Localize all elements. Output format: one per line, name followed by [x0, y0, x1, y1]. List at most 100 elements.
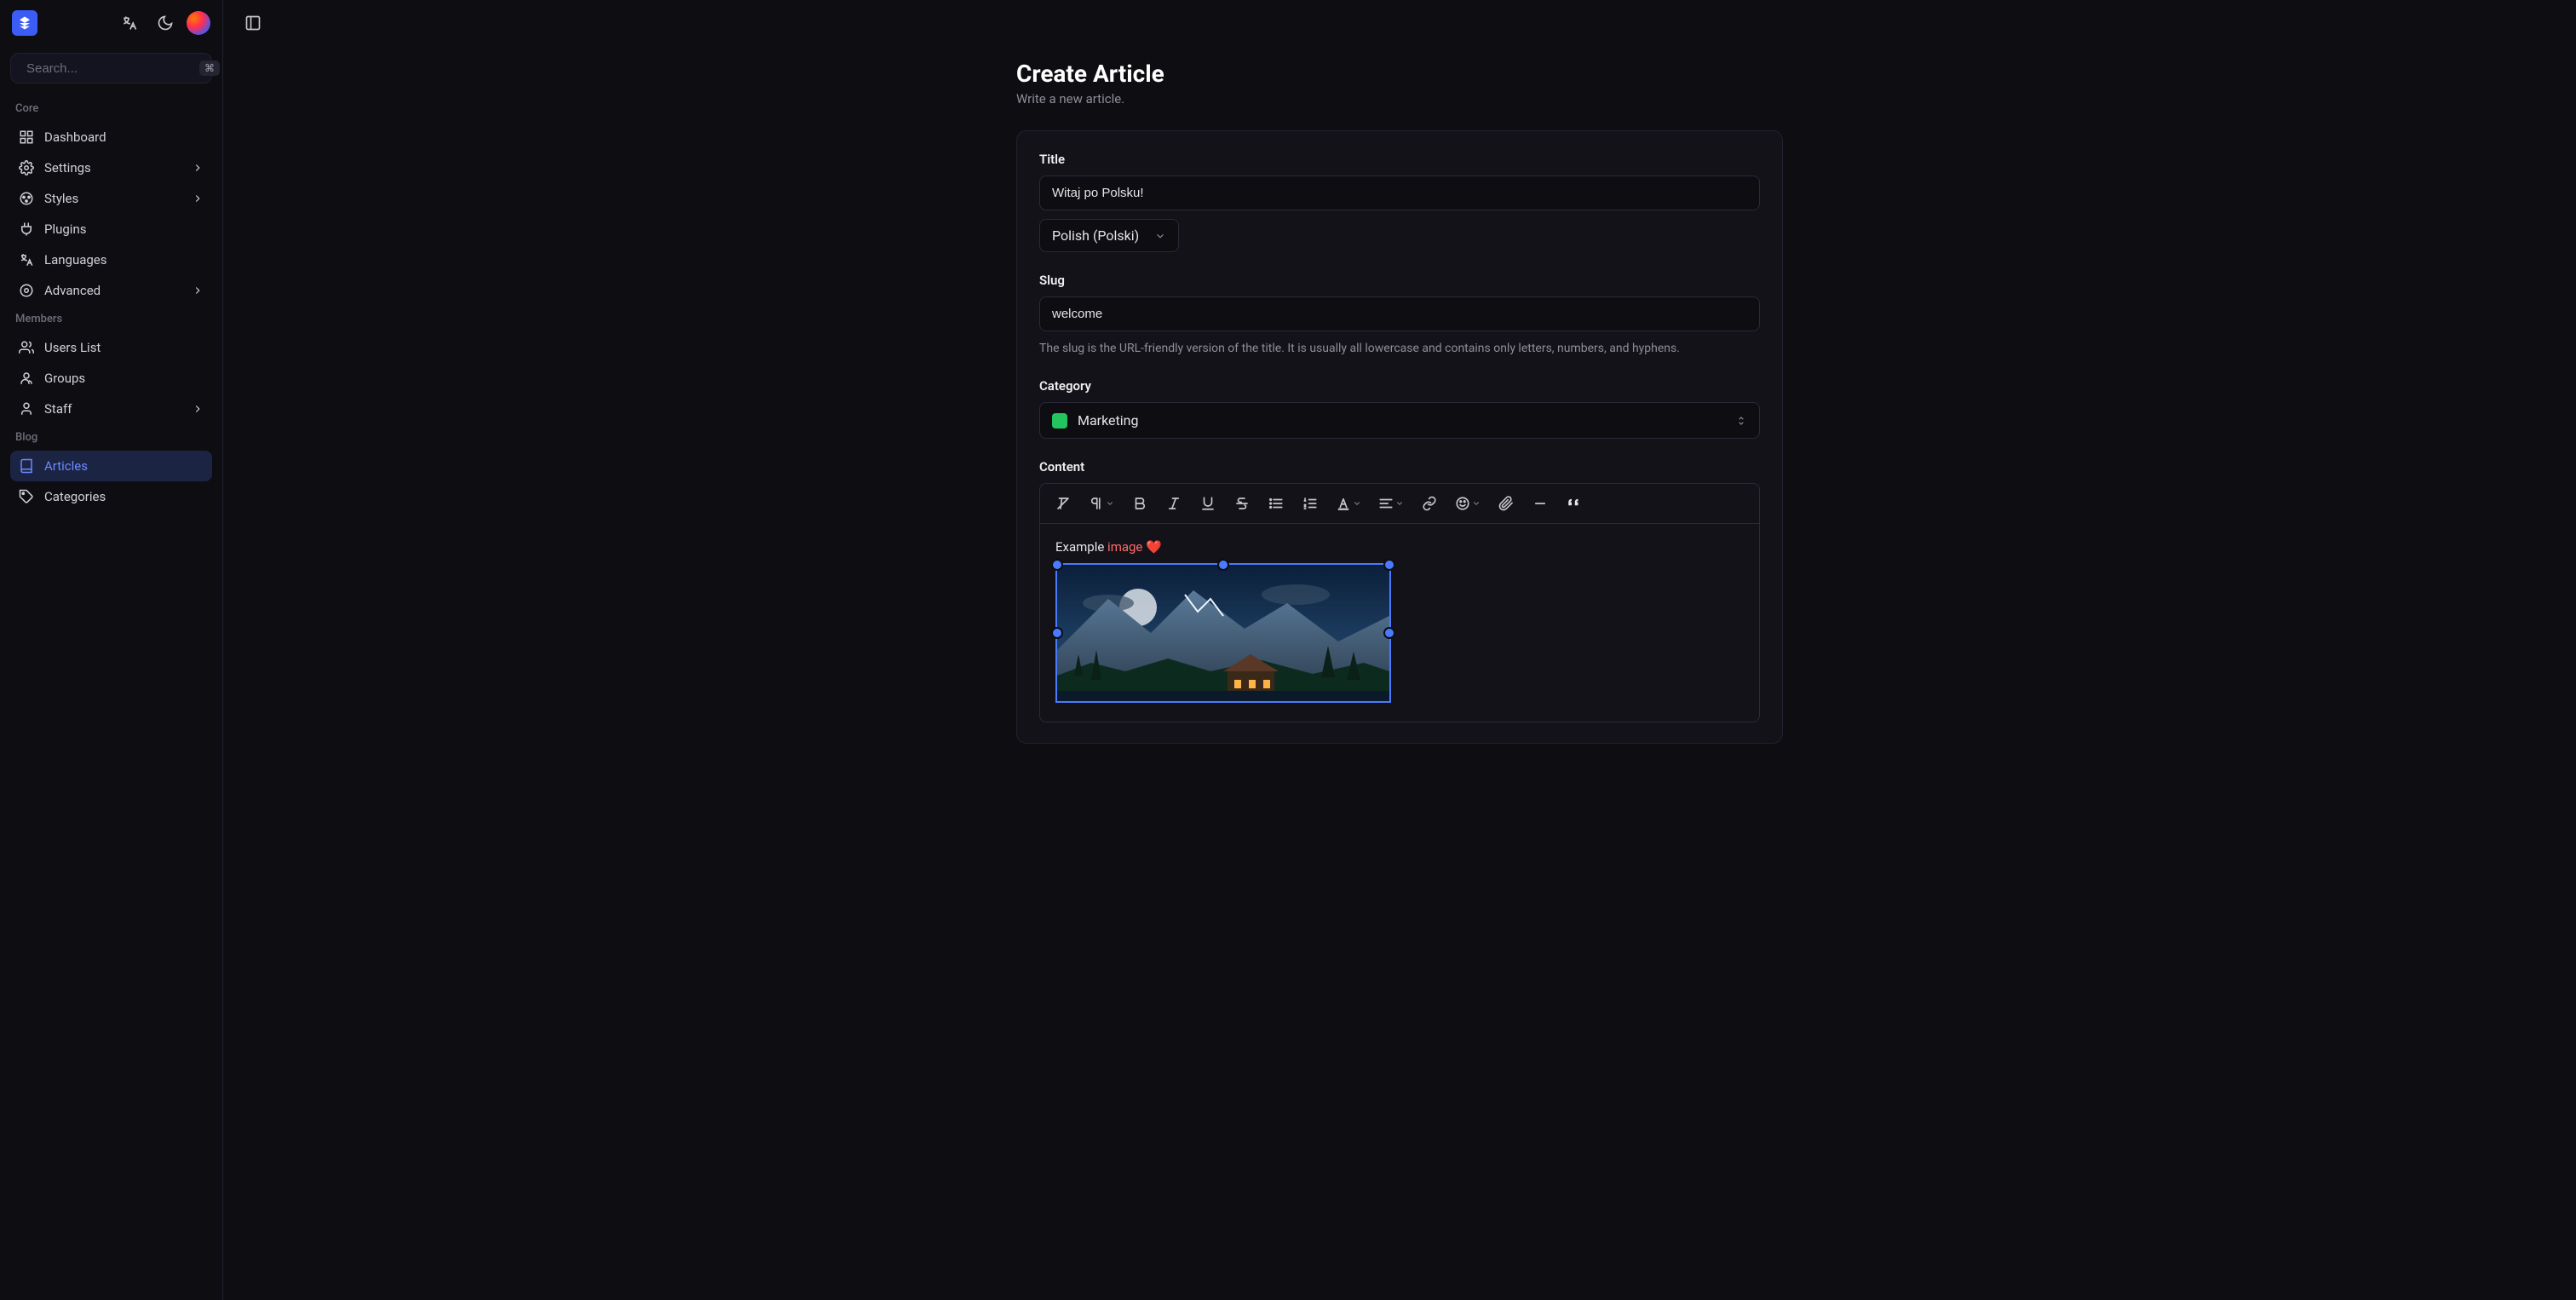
chevron-right-icon	[192, 162, 204, 174]
sidebar-item-label: Staff	[44, 401, 72, 417]
link-icon	[1422, 496, 1437, 511]
sidebar-item-label: Languages	[44, 252, 107, 267]
language-switcher-icon[interactable]	[115, 9, 144, 37]
editor-toolbar	[1040, 484, 1759, 524]
language-select[interactable]: Polish (Polski)	[1039, 219, 1179, 252]
bold-button[interactable]	[1124, 489, 1156, 518]
text-color-button[interactable]	[1328, 489, 1369, 518]
main-area: Create Article Write a new article. Titl…	[223, 0, 2576, 1300]
resize-handle[interactable]	[1051, 559, 1063, 571]
search-container[interactable]: ⌘ K	[10, 53, 212, 83]
slug-input[interactable]	[1039, 296, 1760, 331]
minus-icon	[1532, 496, 1548, 511]
emoji-icon	[1455, 496, 1470, 511]
languages-icon	[19, 252, 34, 267]
editor-image-selected[interactable]	[1055, 563, 1391, 703]
italic-icon	[1166, 496, 1182, 511]
sidebar-item-styles[interactable]: Styles	[10, 183, 212, 214]
resize-handle[interactable]	[1051, 627, 1063, 639]
plug-icon	[19, 221, 34, 237]
paragraph-button[interactable]	[1081, 489, 1122, 518]
clear-format-button[interactable]	[1047, 489, 1079, 518]
sidebar-item-dashboard[interactable]: Dashboard	[10, 122, 212, 152]
bullet-list-button[interactable]	[1260, 489, 1292, 518]
app-logo[interactable]	[12, 10, 37, 36]
sidebar-header	[0, 0, 222, 46]
resize-handle[interactable]	[1383, 559, 1395, 571]
resize-handle[interactable]	[1383, 627, 1395, 639]
resize-handle[interactable]	[1217, 559, 1229, 571]
editor-text-line: Example image ❤️	[1055, 539, 1744, 555]
group-icon	[19, 371, 34, 386]
field-content: Content	[1039, 459, 1760, 722]
sidebar-item-staff[interactable]: Staff	[10, 394, 212, 424]
sidebar-item-languages[interactable]: Languages	[10, 244, 212, 275]
sidebar-item-articles[interactable]: Articles	[10, 451, 212, 481]
sidebar-item-categories[interactable]: Categories	[10, 481, 212, 512]
quote-icon	[1567, 496, 1582, 511]
landscape-image	[1057, 565, 1389, 701]
editor-word-1: Example	[1055, 539, 1104, 555]
main-topbar	[223, 0, 2576, 46]
strike-button[interactable]	[1226, 489, 1258, 518]
editor-word-2: image	[1107, 539, 1142, 555]
editor-word-3: ❤️	[1146, 539, 1162, 555]
chevron-down-icon	[1353, 499, 1361, 508]
sidebar-item-groups[interactable]: Groups	[10, 363, 212, 394]
editor-body[interactable]: Example image ❤️	[1040, 524, 1759, 722]
italic-button[interactable]	[1158, 489, 1190, 518]
bold-icon	[1132, 496, 1147, 511]
chevron-right-icon	[192, 403, 204, 415]
ordered-list-button[interactable]	[1294, 489, 1326, 518]
form-card: Title Polish (Polski) Slug The slug is t…	[1016, 130, 1783, 744]
title-label: Title	[1039, 152, 1760, 167]
underline-button[interactable]	[1192, 489, 1224, 518]
field-category: Category Marketing	[1039, 378, 1760, 439]
category-select[interactable]: Marketing	[1039, 402, 1760, 439]
align-icon	[1378, 496, 1394, 511]
search-shortcut-cmd: ⌘	[199, 60, 220, 76]
editor: Example image ❤️	[1039, 483, 1760, 722]
text-color-icon	[1336, 496, 1351, 511]
sidebar-item-label: Advanced	[44, 283, 101, 298]
sort-icon	[1735, 415, 1747, 427]
sidebar-toggle-button[interactable]	[239, 9, 267, 37]
quote-button[interactable]	[1558, 489, 1590, 518]
underline-icon	[1200, 496, 1216, 511]
attachment-button[interactable]	[1490, 489, 1522, 518]
sidebar-content: ⌘ K Core Dashboard Settings Styles Plugi…	[0, 46, 222, 1300]
category-value: Marketing	[1078, 412, 1138, 429]
title-input[interactable]	[1039, 175, 1760, 210]
sidebar: ⌘ K Core Dashboard Settings Styles Plugi…	[0, 0, 223, 1300]
sidebar-item-advanced[interactable]: Advanced	[10, 275, 212, 306]
divider-button[interactable]	[1524, 489, 1556, 518]
sidebar-item-users[interactable]: Users List	[10, 332, 212, 363]
staff-icon	[19, 401, 34, 417]
content-label: Content	[1039, 459, 1760, 475]
section-core-label: Core	[10, 95, 212, 122]
search-input[interactable]	[26, 61, 196, 76]
sidebar-item-label: Dashboard	[44, 129, 106, 145]
sidebar-item-settings[interactable]: Settings	[10, 152, 212, 183]
field-slug: Slug The slug is the URL-friendly versio…	[1039, 273, 1760, 358]
link-button[interactable]	[1413, 489, 1446, 518]
palette-icon	[19, 191, 34, 206]
avatar[interactable]	[187, 11, 210, 35]
sidebar-item-label: Users List	[44, 340, 101, 355]
align-button[interactable]	[1371, 489, 1412, 518]
sidebar-item-label: Settings	[44, 160, 91, 175]
section-members-label: Members	[10, 306, 212, 332]
main-content: Create Article Write a new article. Titl…	[223, 46, 2576, 1300]
section-blog-label: Blog	[10, 424, 212, 451]
sidebar-item-label: Groups	[44, 371, 85, 386]
chevron-down-icon	[1395, 499, 1404, 508]
sidebar-item-label: Plugins	[44, 221, 86, 237]
sidebar-item-plugins[interactable]: Plugins	[10, 214, 212, 244]
chevron-right-icon	[192, 285, 204, 296]
page-subtitle: Write a new article.	[1016, 91, 1783, 106]
gear-icon	[19, 160, 34, 175]
theme-toggle-icon[interactable]	[151, 9, 180, 37]
sidebar-item-label: Styles	[44, 191, 78, 206]
users-icon	[19, 340, 34, 355]
emoji-button[interactable]	[1447, 489, 1488, 518]
